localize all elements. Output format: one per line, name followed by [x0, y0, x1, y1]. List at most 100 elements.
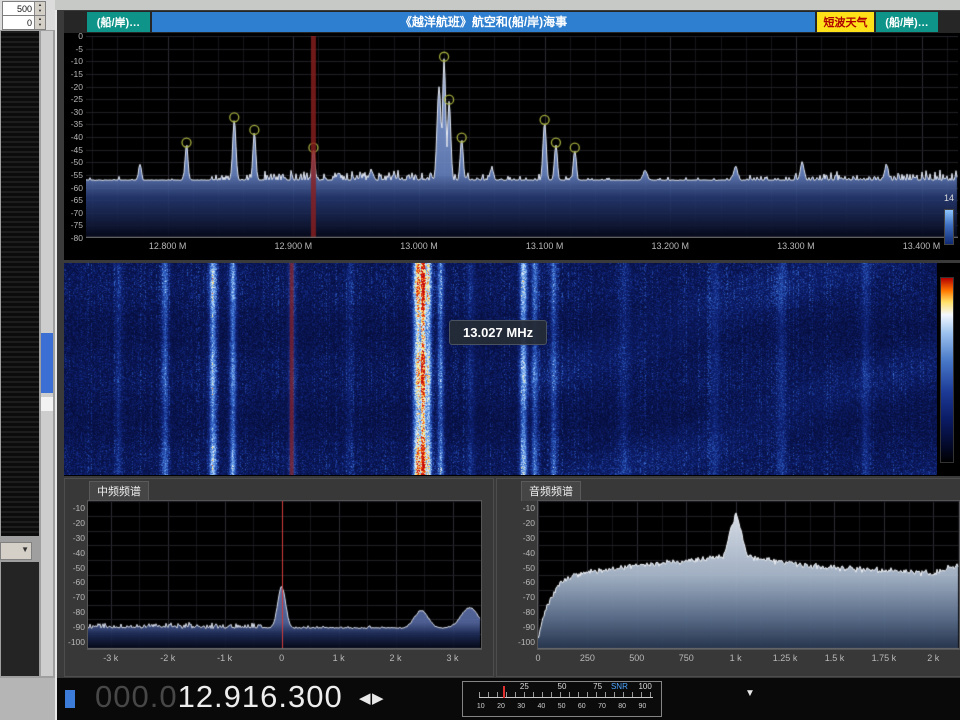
tune-down-icon[interactable]: ◀	[359, 689, 371, 707]
axis-label: 0	[78, 31, 83, 41]
axis-label: 13.000 M	[400, 241, 438, 251]
page-title: 《越洋航班》航空和(船/岸)海事	[152, 12, 815, 32]
meter-bottom-scale: 10 20 30 40 50 60 70 80 90	[463, 703, 661, 715]
axis-label: 80	[618, 703, 627, 710]
axis-label: 13.100 M	[525, 241, 564, 251]
channel-button-left[interactable]: (船/岸)…	[87, 12, 150, 32]
axis-label: -30	[72, 533, 85, 543]
axis-label: -10	[522, 503, 535, 514]
axis-label: -75	[70, 220, 83, 231]
axis-label: 90	[638, 703, 647, 710]
axis-label: 12.900 M	[274, 241, 313, 251]
axis-label: -55	[70, 169, 83, 180]
sdr-console-window: 500 ▲ ▼ 0 ▲ ▼ ▼ (船/岸)… 《越洋航班》航空和(船/岸)海事 …	[0, 0, 960, 720]
axis-label: -100	[67, 636, 85, 647]
if-spectrum-display	[87, 500, 482, 650]
axis-label: -50	[522, 562, 535, 573]
waterfall-display[interactable]	[64, 263, 937, 475]
axis-label: 50	[557, 682, 567, 691]
spinbox-bottom[interactable]: 0 ▲ ▼	[2, 15, 46, 30]
axis-label: -70	[70, 207, 83, 218]
audio-panel-title: 音频频谱	[521, 481, 581, 501]
axis-label: -3 k	[103, 653, 119, 663]
waterfall-panel: 13.027 MHz	[64, 263, 960, 476]
sidebar-fader-panel[interactable]	[1, 31, 39, 536]
axis-label: 750	[678, 653, 694, 663]
axis-label: -60	[72, 577, 85, 588]
sidebar-lower-panel	[1, 562, 39, 676]
channel-button-right[interactable]: (船/岸)…	[876, 12, 938, 32]
axis-label: 13.400 M	[902, 241, 941, 251]
waterfall-colorbar	[940, 277, 954, 463]
axis-label: 250	[579, 653, 595, 663]
tune-up-icon[interactable]: ▶	[372, 689, 384, 707]
meter-scale-line	[478, 697, 654, 698]
axis-label: 70	[598, 703, 606, 710]
axis-label: 40	[537, 703, 546, 710]
spinbox-top[interactable]: 500 ▲ ▼	[2, 1, 46, 16]
axis-label: 12.800 M	[148, 241, 187, 251]
axis-label: -5	[75, 43, 83, 54]
frequency-readout[interactable]: 000.012.916.300	[95, 679, 343, 715]
axis-label: -90	[522, 621, 535, 632]
meter-top-scale: 25 50 75 SNR 100	[463, 682, 661, 692]
title-bar: (船/岸)… 《越洋航班》航空和(船/岸)海事 短波天气 (船/岸)…	[64, 11, 960, 33]
axis-label: 20	[497, 703, 505, 710]
sidebar-scrollbar[interactable]	[41, 31, 53, 676]
scrollbar-thumb-secondary[interactable]	[41, 397, 53, 411]
axis-label: -70	[72, 592, 85, 603]
axis-label: -90	[72, 621, 85, 632]
if-panel-title: 中频频谱	[89, 481, 149, 501]
axis-label: 13.300 M	[777, 241, 815, 251]
axis-label: 10	[476, 703, 485, 710]
axis-label: -100	[517, 636, 535, 647]
spinbox-top-value[interactable]: 500	[3, 4, 34, 14]
axis-label: 25	[519, 682, 529, 691]
axis-label: -15	[70, 68, 83, 79]
if-spectrum-panel: 中频频谱 -3 k -2 k -1 k 0 1 k 2 k 3 k -10 -20 -30 -40 -…	[64, 478, 494, 677]
axis-label: 0	[535, 653, 541, 663]
spin-down-icon[interactable]: ▼	[35, 22, 45, 28]
axis-label: -70	[522, 592, 535, 603]
axis-label: -65	[70, 195, 83, 206]
axis-label: -30	[70, 106, 83, 117]
spin-down-icon[interactable]: ▼	[35, 8, 45, 14]
axis-label: 1.75 k	[871, 653, 897, 663]
frequency-leading-zeros: 000.0	[95, 679, 178, 714]
axis-label: 1.5 k	[824, 653, 845, 663]
audio-spectrum-display	[537, 500, 960, 650]
axis-label: -50	[72, 562, 85, 573]
sidebar-combobox[interactable]: ▼	[0, 542, 32, 560]
axis-label: 1 k	[332, 653, 345, 663]
axis-label: 75	[593, 682, 603, 691]
axis-label: -60	[522, 577, 535, 588]
axis-label: 2 k	[927, 653, 940, 663]
spinbox-top-arrows[interactable]: ▲ ▼	[34, 2, 45, 15]
axis-label: -80	[72, 607, 85, 617]
axis-label: -30	[522, 533, 535, 543]
meter-needle	[502, 686, 505, 698]
meter-dropdown-icon[interactable]: ▼	[745, 688, 755, 699]
zoom-scale-indicator: 14	[941, 188, 957, 245]
signal-meter: 25 50 75 SNR 100 10 20 30 40 50 60 70 80 90	[462, 681, 662, 717]
left-sidebar: 500 ▲ ▼ 0 ▲ ▼ ▼	[0, 0, 55, 720]
axis-label: -20	[70, 81, 83, 92]
weather-mode-button[interactable]: 短波天气	[817, 12, 874, 32]
axis-label: 3 k	[446, 653, 459, 663]
axis-label: -80	[70, 233, 83, 243]
axis-label: 1 k	[729, 653, 742, 663]
scrollbar-thumb[interactable]	[41, 333, 53, 393]
frequency-value: 12.916.300	[177, 679, 343, 714]
axis-label: 2 k	[389, 653, 402, 663]
tuning-step-indicator[interactable]	[65, 690, 75, 708]
spinbox-bottom-arrows[interactable]: ▲ ▼	[34, 16, 45, 29]
spectrum-display[interactable]	[86, 36, 958, 238]
axis-label: -10	[72, 503, 85, 514]
axis-label: -35	[70, 119, 83, 130]
main-spectrum-panel: 14 12.800 M 12.900 M 13.000 M 13.100 M 13.20…	[64, 31, 960, 260]
spinbox-bottom-value[interactable]: 0	[3, 18, 34, 28]
axis-label: -10	[70, 56, 83, 67]
axis-label: -60	[70, 182, 83, 193]
scale-gradient-bar[interactable]	[944, 209, 954, 245]
axis-label: 1.25 k	[772, 653, 798, 663]
